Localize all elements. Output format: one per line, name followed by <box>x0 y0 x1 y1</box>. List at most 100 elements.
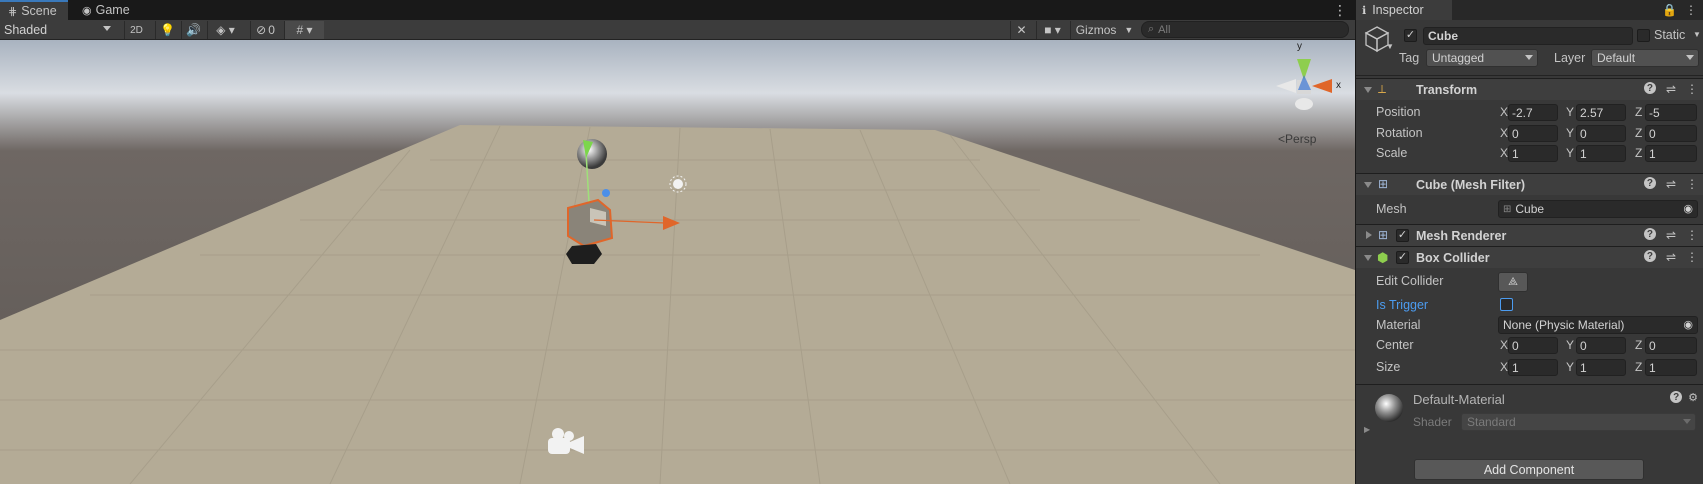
hidden-objects-toggle[interactable]: ⊘ 0 <box>250 21 280 39</box>
layer-value: Default <box>1597 51 1636 65</box>
preset-icon[interactable]: ⇌ <box>1666 250 1676 264</box>
help-icon[interactable]: ? <box>1643 82 1656 94</box>
position-x-field[interactable]: -2.7 <box>1508 104 1558 121</box>
object-picker-icon[interactable]: ◉ <box>1683 318 1693 331</box>
foldout-closed-icon[interactable]: ▶ <box>1364 425 1370 434</box>
center-y-field[interactable]: 0 <box>1576 337 1626 354</box>
rotation-y-field[interactable]: 0 <box>1576 125 1626 142</box>
shading-mode-dropdown[interactable]: Shaded <box>0 21 115 39</box>
scale-label: Scale <box>1376 146 1408 160</box>
mesh-filter-title: Cube (Mesh Filter) <box>1416 177 1526 192</box>
gameobject-name-field[interactable]: Cube <box>1423 27 1633 45</box>
scene-search-input[interactable]: ⌕ All <box>1141 21 1349 38</box>
mesh-renderer-enabled-checkbox[interactable]: ✓ <box>1396 229 1409 242</box>
chevron-down-icon <box>1686 55 1694 60</box>
help-icon[interactable]: ? <box>1643 228 1656 240</box>
inspector-panel: ℹ Inspector 🔒 ⋮ ▼ ✓ Cube Static ▼ Tag Un… <box>1355 0 1703 484</box>
preset-icon[interactable]: ⇌ <box>1666 82 1676 96</box>
grid-icon: ⋕ <box>8 5 18 18</box>
lighting-toggle-icon[interactable]: 💡 <box>155 21 179 39</box>
chevron-down-icon[interactable]: ▼ <box>1693 30 1701 39</box>
static-checkbox[interactable] <box>1637 29 1650 42</box>
center-label: Center <box>1376 338 1414 352</box>
preset-icon[interactable]: ⇌ <box>1666 228 1676 242</box>
more-options-icon[interactable]: ⋮ <box>1686 228 1698 242</box>
shader-dropdown[interactable]: Standard <box>1461 413 1696 431</box>
preset-icon[interactable]: ⇌ <box>1666 177 1676 191</box>
center-z-field[interactable]: 0 <box>1645 337 1697 354</box>
gizmos-dropdown[interactable]: Gizmos ▼ <box>1070 21 1138 39</box>
material-label: Material <box>1376 318 1421 332</box>
chevron-down-icon <box>1683 419 1691 424</box>
object-picker-icon[interactable]: ◉ <box>1683 202 1693 215</box>
foldout-open-icon[interactable] <box>1364 87 1372 93</box>
toggle-2d-button[interactable]: 2D <box>124 21 148 39</box>
grid-toggle-icon[interactable]: # ▾ <box>284 21 324 39</box>
center-x-value: 0 <box>1512 338 1519 353</box>
mesh-filter-header[interactable]: ⊞ Cube (Mesh Filter) ? ⇌ ⋮ <box>1356 173 1703 195</box>
scale-x-field[interactable]: 1 <box>1508 145 1558 162</box>
help-icon[interactable]: ? <box>1643 250 1656 262</box>
foldout-open-icon[interactable] <box>1364 255 1372 261</box>
more-options-icon[interactable]: ⋮ <box>1686 82 1698 96</box>
more-options-icon[interactable]: ⋮ <box>1686 177 1698 191</box>
toggle-2d-label: 2D <box>130 24 143 36</box>
more-options-icon[interactable]: ⋮ <box>1333 2 1347 19</box>
size-y-field[interactable]: 1 <box>1576 359 1626 376</box>
more-options-icon[interactable]: ⋮ <box>1686 250 1698 264</box>
mesh-object-field[interactable]: ⊞ Cube ◉ <box>1498 200 1698 218</box>
axis-x-label: x <box>1336 80 1341 91</box>
box-collider-enabled-checkbox[interactable]: ✓ <box>1396 251 1409 264</box>
scene-viewport[interactable]: y x <Persp <box>0 40 1355 484</box>
mesh-icon: ⊞ <box>1503 203 1512 215</box>
tab-game[interactable]: ◉ Game <box>74 0 142 20</box>
scale-y-field[interactable]: 1 <box>1576 145 1626 162</box>
mesh-renderer-header[interactable]: ⊞ ✓ Mesh Renderer ? ⇌ ⋮ <box>1356 224 1703 246</box>
scale-x-value: 1 <box>1512 146 1519 161</box>
component-icons: ? ⇌ ⋮ <box>1643 82 1698 96</box>
gear-icon[interactable]: ⚙ <box>1688 391 1698 404</box>
tools-icon[interactable]: ✕ <box>1010 21 1032 39</box>
size-z-field[interactable]: 1 <box>1645 359 1697 376</box>
tab-scene-label: Scene <box>21 4 57 18</box>
rotation-x-field[interactable]: 0 <box>1508 125 1558 142</box>
mesh-value: Cube <box>1515 202 1545 216</box>
tab-inspector[interactable]: ℹ Inspector <box>1356 0 1452 20</box>
foldout-closed-icon[interactable] <box>1366 231 1372 239</box>
z-label: Z <box>1635 360 1643 374</box>
transform-header[interactable]: ⟂ Transform ? ⇌ ⋮ <box>1356 78 1703 100</box>
center-x-field[interactable]: 0 <box>1508 337 1558 354</box>
position-y-field[interactable]: 2.57 <box>1576 104 1626 121</box>
rotation-z-field[interactable]: 0 <box>1645 125 1697 142</box>
physic-material-field[interactable]: None (Physic Material) ◉ <box>1498 316 1698 334</box>
is-trigger-checkbox[interactable] <box>1500 298 1513 311</box>
static-label: Static <box>1654 28 1686 42</box>
chevron-down-icon[interactable]: ▼ <box>1386 42 1394 51</box>
effects-toggle-icon[interactable]: ◈ ▾ <box>207 21 243 39</box>
audio-toggle-icon[interactable]: 🔊 <box>181 21 205 39</box>
size-x-field[interactable]: 1 <box>1508 359 1558 376</box>
box-collider-header[interactable]: ⬢ ✓ Box Collider ? ⇌ ⋮ <box>1356 246 1703 268</box>
chevron-down-icon: ▼ <box>1124 25 1134 35</box>
component-icons: ? ⇌ ⋮ <box>1643 250 1698 264</box>
rotation-label: Rotation <box>1376 126 1423 140</box>
tab-scene[interactable]: ⋕ Scene <box>0 0 68 20</box>
layer-dropdown[interactable]: Default <box>1591 49 1699 67</box>
more-options-icon[interactable]: ⋮ <box>1685 3 1697 17</box>
camera-settings-icon[interactable]: ■ ▾ <box>1036 21 1068 39</box>
foldout-open-icon[interactable] <box>1364 182 1372 188</box>
projection-toggle[interactable]: <Persp <box>1278 132 1316 146</box>
add-component-button[interactable]: Add Component <box>1414 459 1644 480</box>
z-label: Z <box>1635 146 1643 160</box>
help-icon[interactable]: ? <box>1643 177 1656 189</box>
edit-collider-icon: ⟁ <box>1508 275 1518 288</box>
position-label: Position <box>1376 105 1421 119</box>
layer-label: Layer <box>1554 51 1586 65</box>
position-z-field[interactable]: -5 <box>1645 104 1697 121</box>
active-checkbox[interactable]: ✓ <box>1404 29 1417 42</box>
tag-dropdown[interactable]: Untagged <box>1426 49 1538 67</box>
help-icon[interactable]: ? <box>1670 391 1683 403</box>
lock-icon[interactable]: 🔒 <box>1662 3 1677 17</box>
scale-z-field[interactable]: 1 <box>1645 145 1697 162</box>
edit-collider-button[interactable]: ⟁ <box>1498 272 1528 292</box>
